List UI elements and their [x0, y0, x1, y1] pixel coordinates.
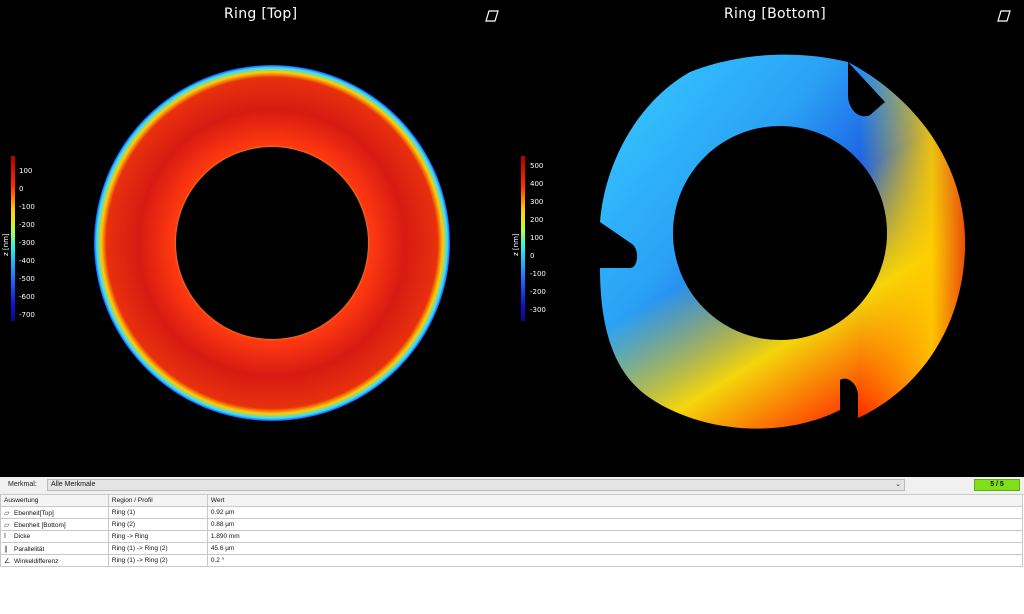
table-row[interactable]: ∠ Winkeldifferenz Ring (1) -> Ring (2) 0.…: [0, 554, 1024, 567]
flatness-view-icon[interactable]: [485, 10, 499, 22]
row-name: Ebenheit[Top]: [14, 509, 54, 517]
row-value: 0.88 µm: [206, 518, 1024, 531]
view-title-bottom: Ring [Bottom]: [724, 6, 827, 22]
row-name: Winkeldifferenz: [14, 557, 59, 565]
colorbar-top: [11, 156, 15, 321]
table-header-row: Auswertung Region / Profil Wert: [0, 494, 1024, 507]
flatness-icon: ▱: [4, 521, 10, 529]
3d-viewport[interactable]: Ring [Top] Ring [Bottom] 100 0 -100 -200…: [0, 0, 1024, 477]
tick-label: -500: [19, 275, 35, 283]
row-region: Ring -> Ring: [107, 530, 208, 543]
tick-label: 0: [19, 185, 24, 193]
row-value: 0.2 °: [206, 554, 1024, 567]
row-region: Ring (1): [107, 506, 208, 519]
parallelism-icon: ∥: [4, 545, 8, 553]
tick-label: -200: [19, 221, 35, 229]
merkmal-label: Merkmal:: [8, 481, 37, 488]
tick-label: -100: [530, 270, 546, 278]
status-badge: 5 / 5: [974, 479, 1020, 491]
tick-label: -200: [530, 288, 546, 296]
row-value: 1.890 mm: [206, 530, 1024, 543]
ring-top-map: [94, 65, 450, 421]
tick-label: 500: [530, 162, 544, 170]
colorbar-top-ticks: 100 0 -100 -200 -300 -400 -500 -600 -700: [19, 0, 49, 477]
flatness-icon: ▱: [4, 509, 10, 517]
column-header-region[interactable]: Region / Profil: [107, 494, 208, 507]
tick-label: 400: [530, 180, 544, 188]
row-name: Parallelität: [14, 545, 45, 553]
table-row[interactable]: ▱ Ebenheit [Bottom] Ring (2) 0.88 µm: [0, 518, 1024, 531]
tick-label: 200: [530, 216, 544, 224]
row-region: Ring (2): [107, 518, 208, 531]
table-row[interactable]: ▱ Ebenheit[Top] Ring (1) 0.92 µm: [0, 506, 1024, 519]
column-header-wert[interactable]: Wert: [206, 494, 1024, 507]
tick-label: -400: [19, 257, 35, 265]
merkmal-row: Merkmal: Alle Merkmale ⌄ 5 / 5: [0, 477, 1024, 495]
merkmal-selected-value: Alle Merkmale: [51, 481, 96, 488]
colorbar-bottom: [521, 156, 525, 321]
results-panel: Merkmal: Alle Merkmale ⌄ 5 / 5 Auswertun…: [0, 477, 1024, 614]
tick-label: 0: [530, 252, 535, 260]
colorbar-bottom-unit: z [nm]: [512, 233, 520, 256]
results-table: Auswertung Region / Profil Wert ▱ Ebenhei…: [0, 494, 1024, 567]
row-name: Dicke: [14, 533, 31, 540]
tick-label: -700: [19, 311, 35, 319]
tick-label: 300: [530, 198, 544, 206]
flatness-view-icon[interactable]: [997, 10, 1011, 22]
tick-label: 100: [19, 167, 33, 175]
tick-label: 100: [530, 234, 544, 242]
view-title-top: Ring [Top]: [224, 6, 298, 22]
row-value: 0.92 µm: [206, 506, 1024, 519]
ring-bottom-map: [590, 40, 980, 440]
colorbar-bottom-ticks: 500 400 300 200 100 0 -100 -200 -300: [530, 0, 560, 477]
colorbar-top-unit: z [nm]: [2, 233, 10, 256]
row-name: Ebenheit [Bottom]: [14, 521, 66, 529]
chevron-down-icon: ⌄: [895, 481, 901, 488]
table-row[interactable]: Ι Dicke Ring -> Ring 1.890 mm: [0, 530, 1024, 543]
row-region: Ring (1) -> Ring (2): [107, 554, 208, 567]
column-header-auswertung[interactable]: Auswertung: [0, 494, 109, 507]
tick-label: -100: [19, 203, 35, 211]
row-value: 45.6 µm: [206, 542, 1024, 555]
angle-icon: ∠: [4, 557, 11, 565]
tick-label: -300: [19, 239, 35, 247]
merkmal-dropdown[interactable]: Alle Merkmale ⌄: [47, 479, 905, 491]
thickness-icon: Ι: [4, 533, 6, 540]
tick-label: -600: [19, 293, 35, 301]
table-row[interactable]: ∥ Parallelität Ring (1) -> Ring (2) 45.6 …: [0, 542, 1024, 555]
tick-label: -300: [530, 306, 546, 314]
row-region: Ring (1) -> Ring (2): [107, 542, 208, 555]
